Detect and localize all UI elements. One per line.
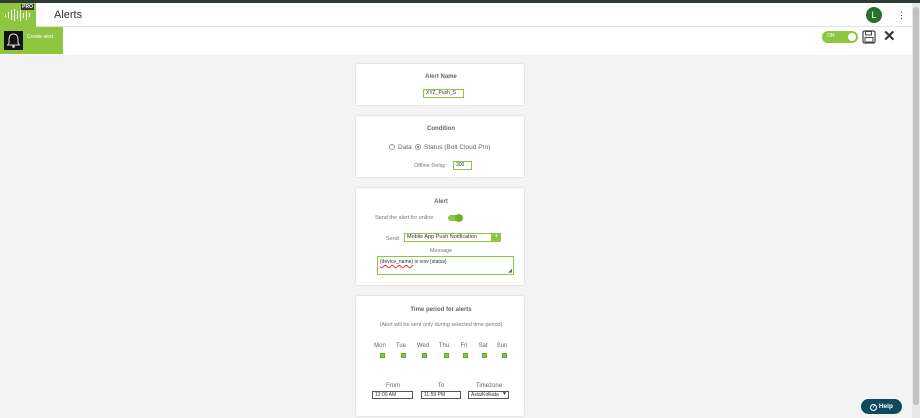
message-textarea[interactable]: {device_name} is now {status} ◢ (377, 256, 514, 275)
alert-heading: Alert (434, 199, 448, 205)
close-icon[interactable]: ✕ (883, 29, 896, 45)
timezone-select[interactable]: Asia/Kolkata ▼ (468, 391, 509, 399)
condition-option-status: Status (Bolt Cloud Pro) (424, 144, 491, 151)
chevron-down-icon: ▼ (502, 391, 507, 397)
question-circle-icon: ? (870, 404, 878, 411)
condition-heading: Condition (427, 126, 455, 132)
brand-logo[interactable]: PRO (0, 3, 36, 27)
save-icon[interactable] (862, 30, 876, 44)
send-label: Send (386, 236, 399, 242)
day-label-mon: Mon (374, 343, 386, 349)
condition-radio-data[interactable] (389, 144, 395, 150)
mini-toggle-knob (455, 214, 463, 222)
from-label: From (386, 383, 400, 389)
page-title: Alerts (54, 9, 83, 21)
message-rest: is now {status} (413, 259, 447, 265)
scrollbar-thumb[interactable] (913, 7, 919, 405)
to-label: To (437, 383, 445, 389)
timezone-value: Asia/Kolkata (471, 392, 499, 398)
signal-wave-icon (5, 9, 30, 21)
time-period-card: Time period for alerts (Alert will be se… (355, 295, 525, 417)
day-checkbox-sat[interactable] (482, 353, 487, 358)
day-label-sat: Sat (478, 343, 488, 349)
day-label-fri: Fri (460, 343, 468, 349)
day-label-wed: Wed (416, 343, 430, 349)
toggle-label: ON (827, 33, 835, 39)
time-period-heading: Time period for alerts (410, 307, 472, 313)
day-label-sun: Sun (496, 343, 508, 349)
help-button[interactable]: ? Help (861, 399, 902, 414)
message-label: Message (429, 248, 453, 254)
toggle-knob (848, 33, 856, 41)
alert-name-heading: Alert Name (425, 74, 457, 80)
add-channel-button[interactable]: + (492, 233, 501, 242)
message-device-token: {device_name} (380, 259, 414, 265)
alert-card: Alert Send the alert for online Send Mob… (355, 187, 525, 286)
bell-icon (4, 31, 23, 50)
alert-enabled-toggle[interactable]: ON (822, 31, 858, 43)
day-checkbox-thu[interactable] (444, 353, 449, 358)
offline-delay-input[interactable]: 300 (453, 161, 472, 170)
condition-radio-status[interactable] (415, 144, 421, 150)
day-label-tue: Tue (395, 343, 407, 349)
create-alert-button[interactable]: Create alert (0, 27, 63, 54)
day-checkbox-sun[interactable] (502, 353, 507, 358)
offline-delay-label: Offline Delay: (414, 163, 447, 169)
alert-name-card: Alert Name XYZ_Push_S (355, 63, 525, 106)
help-label: Help (878, 403, 893, 410)
send-online-label: Send the alert for online (375, 215, 434, 221)
from-time-input[interactable]: 12:00 AM (372, 391, 413, 399)
create-alert-label: Create alert (27, 34, 54, 40)
to-time-input[interactable]: 11:59 PM (421, 391, 461, 399)
condition-option-data: Data (398, 144, 412, 151)
avatar[interactable]: L (866, 7, 882, 23)
condition-card: Condition Data Status (Bolt Cloud Pro) O… (355, 115, 525, 178)
day-checkbox-mon[interactable] (380, 353, 385, 358)
send-online-toggle[interactable] (448, 214, 463, 222)
resize-handle-icon[interactable]: ◢ (508, 268, 512, 274)
action-bar: Create alert ON ✕ (0, 27, 912, 55)
time-period-note: (Alert will be sent only during selected… (379, 322, 503, 328)
app-header: PRO Alerts L ⋮ (0, 3, 912, 27)
day-label-thu: Thu (438, 343, 450, 349)
send-channel-select[interactable]: Mobile App Push Notification (404, 233, 492, 242)
timezone-label: Timezone (475, 383, 503, 389)
page-scrollbar[interactable] (912, 3, 920, 418)
day-checkbox-fri[interactable] (463, 353, 468, 358)
day-checkbox-wed[interactable] (422, 353, 427, 358)
day-checkbox-tue[interactable] (401, 353, 406, 358)
alert-name-input[interactable]: XYZ_Push_S (423, 89, 464, 98)
kebab-icon[interactable]: ⋮ (897, 9, 906, 21)
